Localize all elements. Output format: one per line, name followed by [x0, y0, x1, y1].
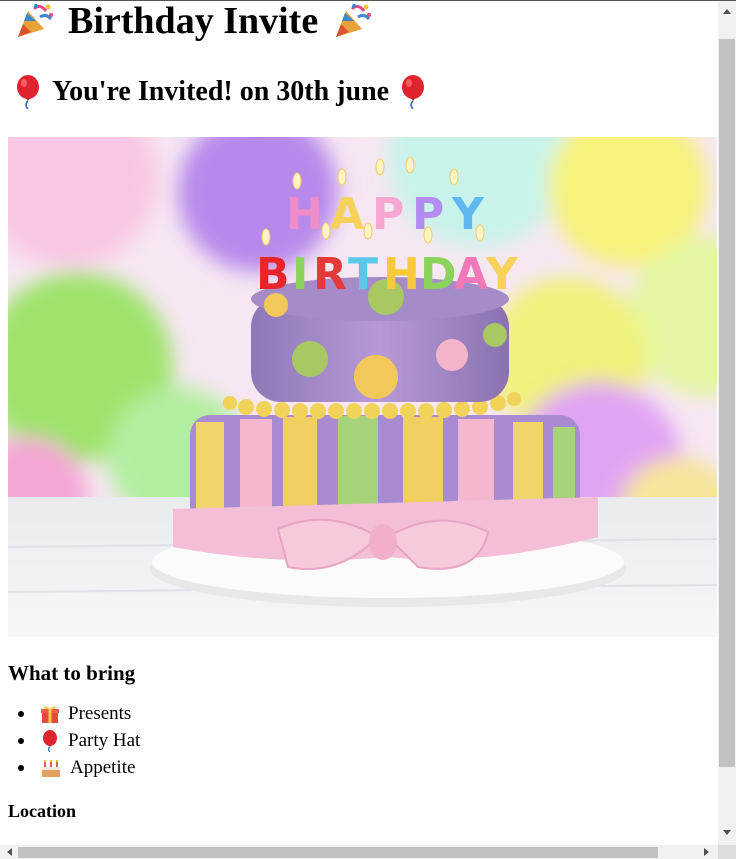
page-title-text: Birthday Invite — [68, 1, 319, 42]
vertical-scrollbar-thumb[interactable] — [719, 39, 735, 767]
svg-text:H: H — [286, 189, 323, 240]
page-title: Birthday Invite — [8, 1, 718, 40]
gift-icon — [40, 704, 60, 724]
scroll-down-arrow-icon[interactable] — [723, 830, 731, 835]
balloon-icon — [14, 75, 42, 109]
scroll-left-arrow-icon[interactable] — [7, 848, 12, 856]
page-content: Birthday Invite You're Invited! on 30th … — [0, 1, 718, 822]
svg-text:Y: Y — [485, 249, 519, 300]
list-item: Appetite — [18, 754, 718, 781]
party-popper-icon — [332, 3, 372, 39]
horizontal-scrollbar[interactable] — [0, 845, 718, 859]
page-viewport: Birthday Invite You're Invited! on 30th … — [0, 1, 718, 845]
bring-item-party-hat: Party Hat — [68, 730, 141, 751]
svg-text:A: A — [330, 189, 364, 240]
list-item: Presents — [18, 700, 718, 727]
svg-text:T: T — [348, 249, 378, 300]
scroll-up-arrow-icon[interactable] — [723, 9, 731, 14]
bring-item-presents: Presents — [68, 703, 132, 724]
bring-list: Presents Party Hat Appetite — [8, 700, 718, 781]
birthday-cake-image: H A P P Y B I R T H D A Y — [8, 137, 717, 637]
svg-text:I: I — [292, 249, 308, 300]
svg-text:A: A — [454, 249, 488, 300]
vertical-scrollbar[interactable] — [718, 1, 736, 845]
balloon-icon — [399, 75, 427, 109]
horizontal-scrollbar-thumb[interactable] — [18, 847, 658, 858]
svg-text:H: H — [383, 249, 420, 300]
what-to-bring-heading: What to bring — [8, 661, 136, 685]
party-popper-icon — [14, 3, 54, 39]
bring-item-appetite: Appetite — [70, 757, 136, 778]
list-item: Party Hat — [18, 727, 718, 754]
invite-subtitle: You're Invited! on 30th june — [8, 74, 718, 110]
svg-text:B: B — [256, 249, 290, 300]
svg-text:D: D — [420, 249, 457, 300]
invite-subtitle-text: You're Invited! on 30th june — [52, 76, 390, 107]
location-heading: Location — [8, 801, 77, 821]
birthday-cake-icon — [40, 758, 62, 778]
scrollbar-corner — [718, 845, 736, 859]
svg-text:R: R — [313, 249, 347, 300]
svg-text:P: P — [372, 189, 404, 240]
scroll-right-arrow-icon[interactable] — [704, 848, 709, 856]
balloon-icon — [40, 729, 60, 752]
